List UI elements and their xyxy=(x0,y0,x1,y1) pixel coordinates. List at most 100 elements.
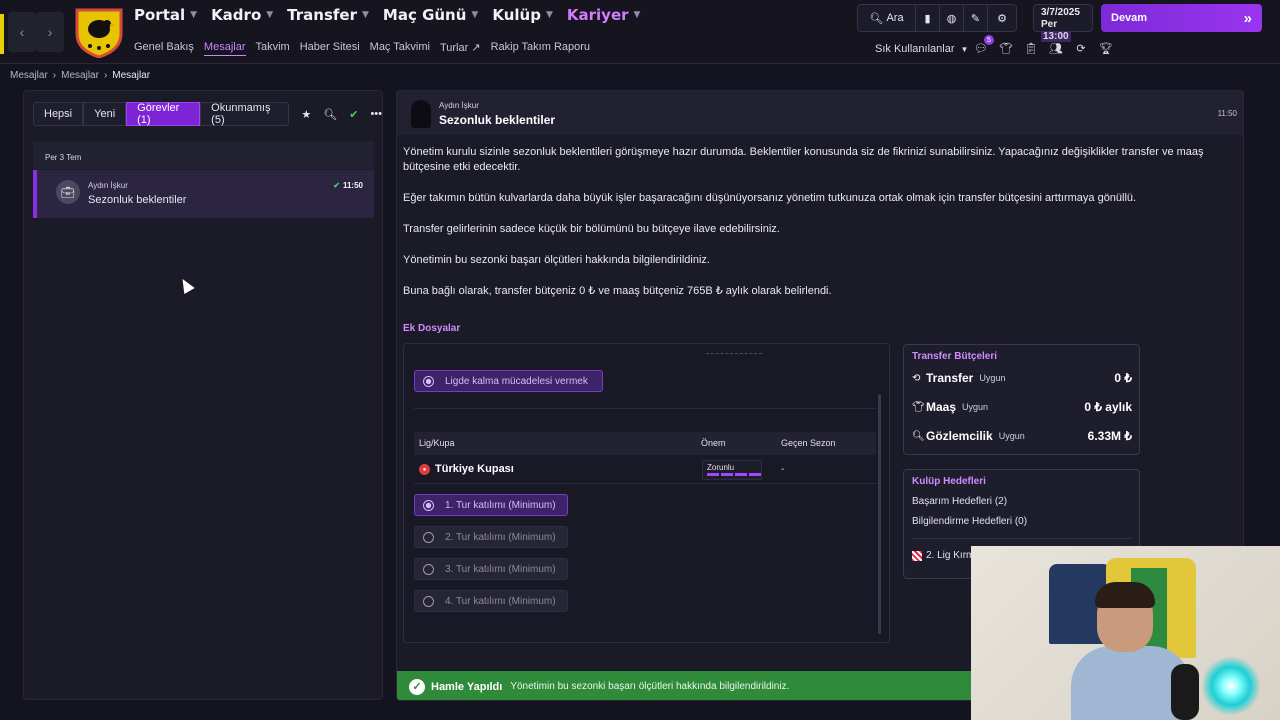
filter-tasks[interactable]: Görevler (1) xyxy=(126,102,201,126)
menu-mac-gunu[interactable]: Maç Günü ▼ xyxy=(383,6,478,24)
squad-button[interactable]: 👕︎ xyxy=(998,40,1014,56)
more-icon[interactable]: ••• xyxy=(370,108,382,121)
submenu-haber-sitesi[interactable]: Haber Sitesi xyxy=(300,41,360,56)
top-bar: ‹ › Portal ▼ Kadro ▼ Transfer ▼ Maç Günü ▼ K… xyxy=(0,0,1280,64)
round-option-1[interactable]: 1. Tur katılımı (Minimum) xyxy=(414,494,568,516)
trophy-icon: 🏆︎ xyxy=(1099,42,1113,55)
message-body: Yönetim kurulu sizinle sezonluk beklenti… xyxy=(403,145,1239,315)
forward-button[interactable]: › xyxy=(36,12,64,52)
menu-portal[interactable]: Portal ▼ xyxy=(134,6,197,24)
submenu-mesajlar[interactable]: Mesajlar xyxy=(203,41,246,56)
message-time: 11:50 xyxy=(1217,109,1237,118)
message-paragraph: Eğer takımın bütün kulvarlarda daha büyü… xyxy=(403,192,1137,204)
radio-icon xyxy=(423,532,434,543)
submenu-genel-bakis[interactable]: Genel Bakış xyxy=(134,41,194,56)
message-time: ✔ 11:50 xyxy=(333,181,363,190)
continue-button[interactable]: Devam » xyxy=(1101,4,1262,32)
search-button[interactable]: 🔍︎ Ara xyxy=(858,5,916,31)
table-row: ● Türkiye Kupası Zorunlu - xyxy=(414,456,876,484)
refresh-button[interactable]: ⟳ xyxy=(1073,40,1089,56)
search-icon[interactable]: 🔍︎ xyxy=(323,108,337,121)
tactics-button[interactable]: 📋︎ xyxy=(1023,40,1039,56)
magnifier-icon: 🔍︎ xyxy=(912,430,925,442)
quick-icons: 💬︎ 5 👕︎ 📋︎ 👥︎ ⟳ 🏆︎ xyxy=(973,35,1114,56)
menu-kadro[interactable]: Kadro ▼ xyxy=(211,6,273,24)
round-option-3[interactable]: 3. Tur katılımı (Minimum) xyxy=(414,558,568,580)
people-icon: 👥︎ xyxy=(1049,42,1063,55)
scrollbar[interactable] xyxy=(878,394,881,634)
breadcrumb-item[interactable]: Mesajlar xyxy=(61,70,99,81)
edge-strip xyxy=(0,14,4,54)
double-chevron-right-icon: » xyxy=(1243,9,1252,27)
budget-row-transfer: ⟲ Transfer Uygun 0 ₺ xyxy=(912,371,1132,385)
game-date[interactable]: 3/7/2025 Per 13:00 xyxy=(1033,4,1093,42)
trophy-button[interactable]: 🏆︎ xyxy=(1098,40,1114,56)
globe-button[interactable]: ◍ xyxy=(940,5,964,31)
round-option-4[interactable]: 4. Tur katılımı (Minimum) xyxy=(414,590,568,612)
submenu-rakip-takim-raporu[interactable]: Rakip Takım Raporu xyxy=(491,41,590,56)
back-button[interactable]: ‹ xyxy=(8,12,36,52)
filter-unread[interactable]: Okunmamış (5) xyxy=(200,102,290,126)
cup-icon: ● xyxy=(419,464,430,475)
filter-all[interactable]: Hepsi xyxy=(33,102,84,126)
menu-kariyer[interactable]: Kariyer ▼ xyxy=(567,6,641,24)
club-crest-icon[interactable] xyxy=(74,6,124,58)
breadcrumb-current: Mesajlar xyxy=(112,70,151,81)
pen-icon: ✎ xyxy=(970,12,981,25)
ring-light xyxy=(1201,656,1261,716)
success-goals[interactable]: Başarım Hedefleri (2) xyxy=(912,496,1007,507)
objectives-panel: Ligde kalma mücadelesi vermek Lig/Kupa Ö… xyxy=(403,343,890,643)
submenu-mac-takvimi[interactable]: Maç Takvimi xyxy=(370,41,430,56)
radio-icon xyxy=(423,564,434,575)
edit-button[interactable]: ✎ xyxy=(964,5,988,31)
chevron-right-icon: › xyxy=(52,70,57,81)
refresh-icon: ⟳ xyxy=(1076,42,1086,55)
message-paragraph: Yönetimin bu sezonki başarı ölçütleri ha… xyxy=(403,254,710,266)
message-list-panel: Hepsi Yeni Görevler (1) Okunmamış (5) ★ … xyxy=(23,90,383,700)
frequent-dropdown[interactable]: Sık Kullanılanlar ▼ xyxy=(875,43,968,55)
message-sender[interactable]: Aydın İşkur xyxy=(439,101,479,110)
round-option-2[interactable]: 2. Tur katılımı (Minimum) xyxy=(414,526,568,548)
chevron-down-icon: ▼ xyxy=(361,10,369,20)
filter-new[interactable]: Yeni xyxy=(83,102,127,126)
check-icon: ✔ xyxy=(333,181,340,190)
divider xyxy=(912,538,1132,539)
staff-button[interactable]: 👥︎ xyxy=(1048,40,1064,56)
settings-button[interactable]: ⚙ xyxy=(988,5,1016,31)
message-paragraph: Transfer gelirlerinin sadece küçük bir b… xyxy=(403,223,780,235)
chevron-down-icon: ▼ xyxy=(266,10,274,20)
globe-icon: ◍ xyxy=(946,12,957,25)
transfer-icon: ⟲ xyxy=(912,372,921,384)
importance-bar xyxy=(707,473,763,476)
league-goal[interactable]: 2. Lig Kırm xyxy=(912,550,974,561)
briefcase-icon: 💼︎ xyxy=(56,180,80,204)
info-goals[interactable]: Bilgilendirme Hedefleri (0) xyxy=(912,516,1027,527)
radio-selected-icon xyxy=(423,376,434,387)
filter-bar: Hepsi Yeni Görevler (1) Okunmamış (5) ★ … xyxy=(33,102,382,126)
inbox-button[interactable]: 💬︎ 5 xyxy=(973,35,994,56)
radio-selected-icon xyxy=(423,500,434,511)
menu-transfer[interactable]: Transfer ▼ xyxy=(287,6,369,24)
breadcrumb: Mesajlar › Mesajlar › Mesajlar xyxy=(10,70,150,81)
breadcrumb-item[interactable]: Mesajlar xyxy=(10,70,48,81)
budget-row-wage: 👕︎ Maaş Uygun 0 ₺ aylık xyxy=(912,400,1132,414)
star-icon[interactable]: ★ xyxy=(301,108,311,121)
menu-kulup[interactable]: Kulüp ▼ xyxy=(492,6,553,24)
sub-menu: Genel Bakış Mesajlar Takvim Haber Sitesi… xyxy=(134,41,590,56)
submenu-turlar[interactable]: Turlar ↗ xyxy=(440,41,481,56)
message-sender: Aydın İşkur xyxy=(88,181,128,190)
submenu-takvim[interactable]: Takvim xyxy=(256,41,290,56)
league-goal-option[interactable]: Ligde kalma mücadelesi vermek xyxy=(414,370,603,392)
divider xyxy=(414,408,876,409)
chevron-down-icon: ▼ xyxy=(633,10,641,20)
main-menu: Portal ▼ Kadro ▼ Transfer ▼ Maç Günü ▼ Kulüp… xyxy=(134,6,640,24)
mark-read-icon[interactable]: ✔ xyxy=(349,108,358,121)
objectives-table-header: Lig/Kupa Önem Geçen Sezon xyxy=(414,432,876,455)
toolbar: 🔍︎ Ara ▮ ◍ ✎ ⚙ xyxy=(857,4,1017,32)
importance-dropdown[interactable]: Zorunlu xyxy=(702,460,763,480)
drag-handle xyxy=(706,353,762,354)
chevron-down-icon: ▼ xyxy=(545,10,553,20)
bookmark-button[interactable]: ▮ xyxy=(916,5,940,31)
check-circle-icon: ✓ xyxy=(409,678,425,695)
message-list-item[interactable]: 💼︎ Aydın İşkur Sezonluk beklentiler ✔ 11:… xyxy=(33,170,374,218)
